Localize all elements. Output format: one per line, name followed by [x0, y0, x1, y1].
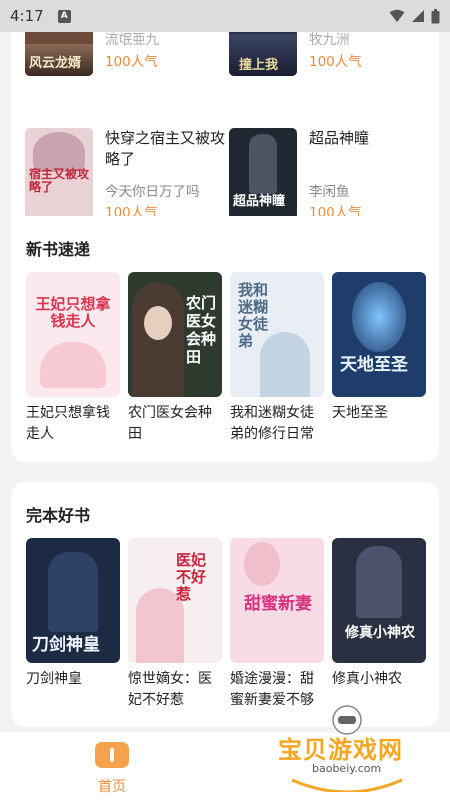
book-author: 流氓亜九 [105, 32, 159, 48]
book-item[interactable]: 修真小神农 修真小神农 [332, 538, 426, 690]
cover-title-art: 天地至圣 [340, 355, 408, 375]
book-author: 牧九洲 [309, 32, 350, 48]
book-title: 王妃只想拿钱走人 [26, 405, 110, 442]
watermark-url: baobeiy.com [312, 762, 382, 775]
book-cover: 宿主又被攻略了 [25, 128, 93, 220]
battery-icon [431, 8, 440, 23]
book-cover: 农门医女会种田 [128, 272, 222, 397]
book-title: 我和迷糊女徒弟的修行日常 [230, 405, 314, 442]
book-popularity: 100人气 [105, 54, 158, 70]
book-title: 刀剑神皇 [26, 671, 82, 687]
book-item[interactable]: 医妃不好惹 惊世嫡女：医妃不好惹 [128, 538, 222, 711]
watermark-text: 宝贝游戏网 [278, 736, 403, 764]
book-item[interactable]: 天地至圣 天地至圣 [332, 272, 426, 424]
nav-home-label: 首页 [98, 779, 126, 795]
home-icon [95, 742, 129, 768]
book-cover: 我和迷糊女徒弟 [230, 272, 324, 397]
book-cover: 撞上我 [229, 32, 297, 76]
book-title: 快穿之宿主又被攻略了 [105, 129, 226, 168]
book-author: 今天你日万了吗 [105, 184, 200, 200]
home-scroll-area[interactable]: 风云龙婿 流氓亜九 100人气 撞上我 牧九洲 100人气 宿主又被攻略了 快穿… [0, 32, 450, 732]
book-item[interactable]: 我和迷糊女徒弟 我和迷糊女徒弟的修行日常 [230, 272, 324, 445]
hot-book-item[interactable]: 撞上我 牧九洲 100人气 [229, 32, 429, 76]
book-cover: 风云龙婿 [25, 32, 93, 76]
site-watermark: 宝贝游戏网 baobeiy.com [272, 700, 422, 792]
completed-books-card: 完本好书 刀剑神皇 刀剑神皇 医妃不好惹 惊世嫡女：医妃不好惹 甜蜜新妻 婚途漫… [11, 482, 439, 727]
book-title: 天地至圣 [332, 405, 388, 421]
cover-title-art: 宿主又被攻略了 [29, 167, 90, 194]
book-title: 惊世嫡女：医妃不好惹 [128, 671, 212, 708]
book-popularity: 100人气 [309, 54, 362, 70]
book-title: 农门医女会种田 [128, 405, 212, 442]
status-icons [389, 8, 440, 24]
book-title: 修真小神农 [332, 671, 402, 687]
cover-title-art: 甜蜜新妻 [244, 594, 312, 614]
book-cover: 医妃不好惹 [128, 538, 222, 663]
status-bar: 4:17 A [0, 0, 450, 32]
section-title: 新书速递 [26, 240, 91, 259]
cover-title-art: 刀剑神皇 [32, 635, 100, 655]
cover-title-art: 王妃只想拿钱走人 [35, 295, 111, 330]
book-cover: 王妃只想拿钱走人 [26, 272, 120, 397]
section-title: 完本好书 [26, 506, 91, 525]
status-time: 4:17 [10, 7, 44, 25]
hot-book-item[interactable]: 风云龙婿 流氓亜九 100人气 [25, 32, 225, 76]
hot-book-item[interactable]: 超品神瞳 超品神瞳 李闲鱼 100人气 [229, 128, 429, 221]
book-author: 李闲鱼 [309, 184, 350, 200]
book-title: 超品神瞳 [309, 129, 370, 147]
book-cover: 修真小神农 [332, 538, 426, 663]
book-cover: 天地至圣 [332, 272, 426, 397]
cover-title-art: 超品神瞳 [233, 194, 286, 209]
cover-title-art: 我和迷糊女徒弟 [238, 281, 269, 350]
book-cover: 刀剑神皇 [26, 538, 120, 663]
hot-book-item[interactable]: 宿主又被攻略了 快穿之宿主又被攻略了 今天你日万了吗 100人气 [25, 128, 226, 221]
cover-title-art: 撞上我 [239, 58, 279, 73]
notification-icon: A [57, 9, 71, 23]
book-cover: 甜蜜新妻 [230, 538, 324, 663]
hot-books-card: 风云龙婿 流氓亜九 100人气 撞上我 牧九洲 100人气 宿主又被攻略了 快穿… [11, 32, 439, 238]
wifi-icon [389, 9, 405, 22]
new-books-card: 新书速递 王妃只想拿钱走人 王妃只想拿钱走人 农门医女会种田 农门医女会种田 我… [11, 216, 439, 462]
signal-icon [412, 10, 424, 22]
cover-title-art: 农门医女会种田 [186, 294, 217, 366]
cover-title-art: 风云龙婿 [29, 56, 82, 71]
book-cover: 超品神瞳 [229, 128, 297, 220]
book-item[interactable]: 王妃只想拿钱走人 王妃只想拿钱走人 [26, 272, 120, 445]
book-item[interactable]: 刀剑神皇 刀剑神皇 [26, 538, 120, 690]
book-item[interactable]: 农门医女会种田 农门医女会种田 [128, 272, 222, 445]
book-item[interactable]: 甜蜜新妻 婚途漫漫：甜蜜新妻爱不够 [230, 538, 324, 711]
nav-home-tab[interactable]: 首页 [92, 742, 132, 796]
cover-title-art: 医妃不好惹 [176, 551, 207, 603]
cover-title-art: 修真小神农 [345, 625, 415, 641]
